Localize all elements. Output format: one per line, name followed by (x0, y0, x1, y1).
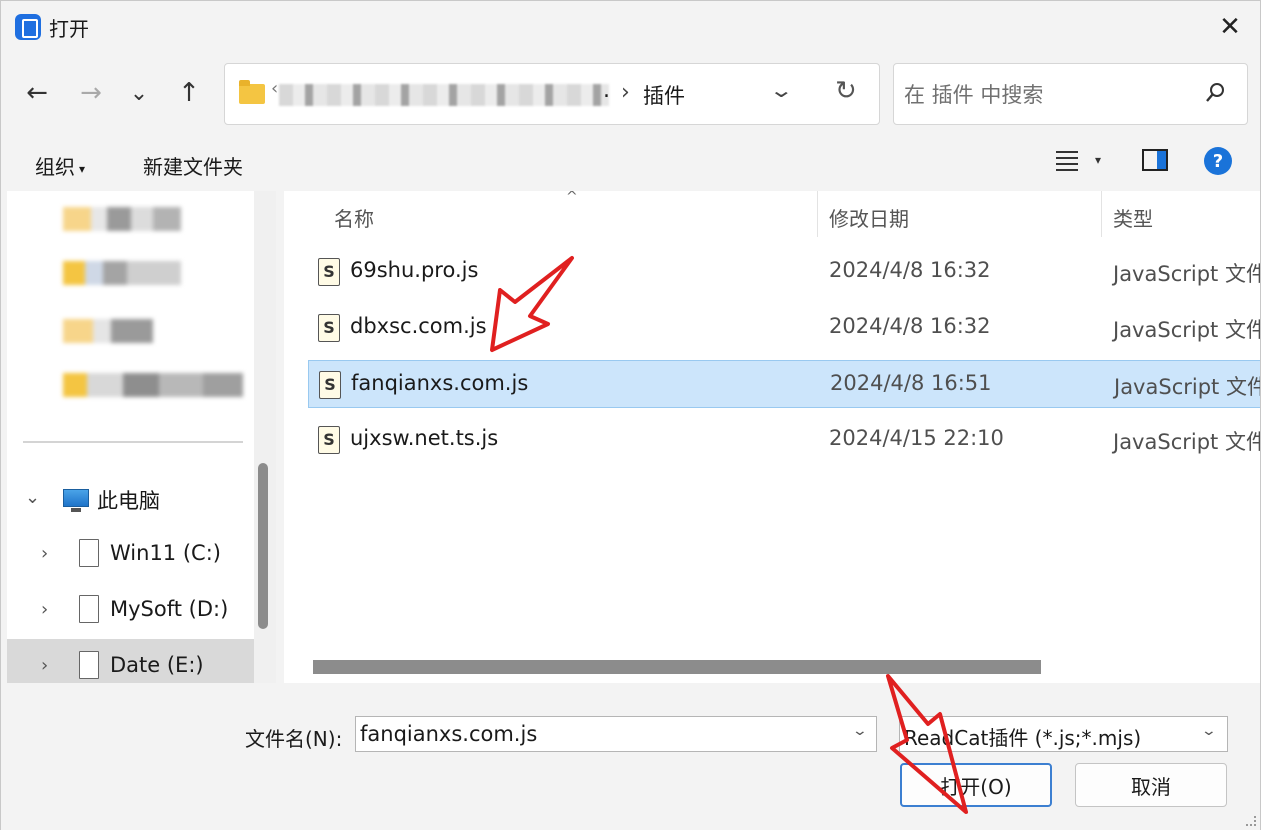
chevron-down-icon[interactable]: ⌄ (852, 723, 868, 739)
redacted-quick-access-item[interactable] (63, 207, 181, 231)
file-name: dbxsc.com.js (350, 314, 487, 338)
refresh-icon[interactable]: ↻ (835, 76, 857, 106)
breadcrumb-current-folder[interactable]: 插件 (643, 80, 685, 110)
dialog-footer: 文件名(N): ⌄ ReadCat插件 (*.js;*.mjs) ⌄ 打开(O)… (1, 683, 1260, 830)
column-header-modified[interactable]: 修改日期 (829, 191, 909, 237)
tree-item-drive-c[interactable]: › Win11 (C:) (7, 527, 254, 583)
view-options-icon[interactable] (1056, 151, 1078, 171)
chevron-down-icon[interactable]: ⌄ (1201, 723, 1217, 739)
file-row[interactable]: S ujxsw.net.ts.js 2024/4/15 22:10 JavaSc… (308, 416, 1260, 464)
file-row-selected[interactable]: S fanqianxs.com.js 2024/4/8 16:51 JavaSc… (308, 360, 1260, 408)
column-header-type[interactable]: 类型 (1113, 191, 1153, 237)
tree-item-label: 此电脑 (97, 489, 160, 513)
back-button[interactable]: ← (17, 73, 57, 113)
javascript-file-icon: S (319, 371, 341, 399)
redacted-quick-access-item[interactable] (63, 261, 181, 285)
filetype-value: ReadCat插件 (*.js;*.mjs) (904, 726, 1142, 750)
close-button[interactable]: ✕ (1200, 1, 1260, 53)
file-name: 69shu.pro.js (350, 258, 479, 282)
file-modified: 2024/4/8 16:32 (829, 258, 991, 282)
chevron-down-icon: ▾ (79, 161, 86, 176)
redacted-path (279, 84, 609, 106)
filename-input[interactable] (360, 721, 840, 747)
file-type: JavaScript 文件 (1113, 262, 1260, 286)
app-icon (15, 14, 41, 40)
search-box[interactable] (893, 63, 1248, 125)
filename-label: 文件名(N): (245, 727, 343, 751)
redacted-quick-access-item[interactable] (63, 319, 153, 343)
chevron-right-icon[interactable]: › (41, 599, 48, 620)
view-options-chevron-icon[interactable]: ▾ (1095, 153, 1101, 167)
navigation-bar: ← → ⌄ ↑ ‹ . › 插件 ⌄ ↻ (1, 53, 1260, 135)
forward-button[interactable]: → (71, 73, 111, 113)
horizontal-scrollbar-thumb[interactable] (313, 660, 1041, 674)
open-button[interactable]: 打开(O) (900, 763, 1052, 807)
drive-icon (79, 539, 99, 567)
filetype-select[interactable]: ReadCat插件 (*.js;*.mjs) ⌄ (899, 716, 1228, 752)
breadcrumb-separator[interactable]: › (621, 80, 630, 105)
sort-ascending-icon: ^ (566, 191, 578, 205)
search-icon[interactable] (1205, 82, 1225, 104)
address-bar[interactable]: ‹ . › 插件 ⌄ ↻ (224, 63, 880, 125)
tree-item-this-pc[interactable]: ⌄ 此电脑 (7, 471, 254, 527)
file-modified: 2024/4/8 16:51 (830, 371, 992, 395)
navigation-pane: ⌄ 此电脑 › Win11 (C:) › MySoft (D:) › Date … (7, 191, 254, 683)
tree-divider (23, 441, 243, 443)
file-modified: 2024/4/15 22:10 (829, 426, 1004, 450)
redacted-quick-access-item[interactable] (63, 373, 243, 397)
help-icon[interactable]: ? (1204, 147, 1232, 175)
tree-item-drive-d[interactable]: › MySoft (D:) (7, 583, 254, 639)
file-type: JavaScript 文件 (1113, 430, 1260, 454)
column-divider[interactable] (817, 191, 818, 237)
title-bar: 打开 ✕ (1, 1, 1260, 53)
column-divider[interactable] (1101, 191, 1102, 237)
up-button[interactable]: ↑ (169, 73, 209, 113)
path-trailing-dot: . (603, 78, 610, 103)
column-header-name[interactable]: 名称 (334, 191, 374, 237)
file-type: JavaScript 文件 (1114, 375, 1260, 399)
resize-grip-icon[interactable] (1246, 816, 1256, 826)
scrollbar-thumb[interactable] (258, 463, 268, 629)
tree-item-label: MySoft (D:) (110, 597, 229, 621)
javascript-file-icon: S (318, 426, 340, 454)
dialog-title: 打开 (49, 17, 89, 41)
file-name: ujxsw.net.ts.js (350, 426, 499, 450)
new-folder-button[interactable]: 新建文件夹 (143, 151, 243, 180)
tree-item-label: Win11 (C:) (110, 541, 221, 565)
drive-icon (79, 651, 99, 679)
address-dropdown-icon[interactable]: ⌄ (769, 78, 794, 102)
organize-label: 组织 (35, 155, 75, 179)
chevron-down-icon[interactable]: ⌄ (25, 487, 40, 508)
file-name: fanqianxs.com.js (351, 371, 529, 395)
chevron-right-icon[interactable]: › (41, 543, 48, 564)
search-input[interactable] (904, 80, 1194, 110)
navigation-pane-scrollbar[interactable] (254, 191, 276, 683)
recent-locations-button[interactable]: ⌄ (119, 73, 159, 113)
organize-button[interactable]: 组织 ▾ (35, 151, 85, 180)
computer-icon (63, 489, 89, 512)
filename-combobox[interactable]: ⌄ (355, 716, 877, 752)
file-list: ^ 名称 修改日期 类型 S 69shu.pro.js 2024/4/8 16:… (284, 191, 1260, 683)
command-toolbar: 组织 ▾ 新建文件夹 ▾ ? (1, 135, 1260, 190)
tree-item-label: Date (E:) (110, 653, 204, 677)
file-modified: 2024/4/8 16:32 (829, 314, 991, 338)
cancel-button[interactable]: 取消 (1075, 763, 1227, 807)
file-type: JavaScript 文件 (1113, 318, 1260, 342)
javascript-file-icon: S (318, 258, 340, 286)
file-row[interactable]: S 69shu.pro.js 2024/4/8 16:32 JavaScript… (308, 248, 1260, 296)
preview-pane-icon[interactable] (1142, 149, 1168, 171)
path-overflow-icon[interactable]: ‹ (271, 78, 278, 99)
folder-icon (239, 80, 265, 104)
javascript-file-icon: S (318, 314, 340, 342)
chevron-right-icon[interactable]: › (41, 655, 48, 676)
tree-item-drive-e[interactable]: › Date (E:) (7, 639, 254, 683)
drive-icon (79, 595, 99, 623)
open-file-dialog: 打开 ✕ ← → ⌄ ↑ ‹ . › 插件 ⌄ ↻ 组织 ▾ (0, 0, 1261, 830)
file-row[interactable]: S dbxsc.com.js 2024/4/8 16:32 JavaScript… (308, 304, 1260, 352)
